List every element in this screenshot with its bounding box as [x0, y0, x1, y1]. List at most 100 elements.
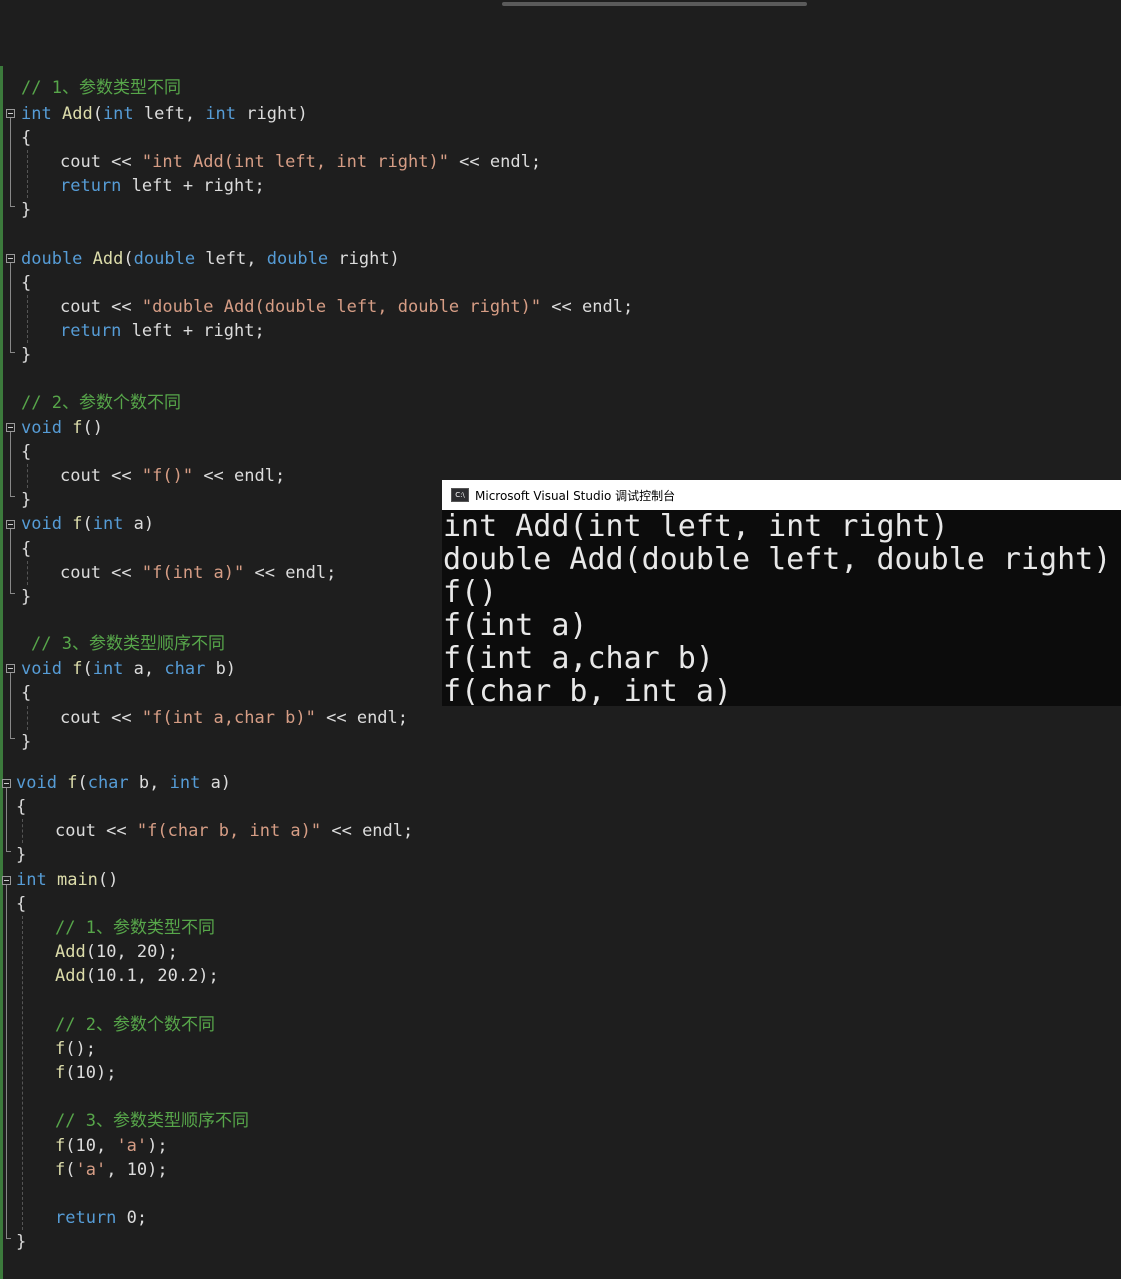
code-line[interactable]: cout << "f()" << endl;	[60, 464, 285, 488]
fold-outline-end	[10, 352, 15, 353]
collapse-icon[interactable]	[6, 520, 15, 529]
code-line[interactable]: Add(10.1, 20.2);	[55, 964, 219, 988]
code-line[interactable]: {	[21, 271, 31, 295]
code-token: {	[21, 539, 32, 559]
code-line[interactable]: }	[21, 488, 31, 512]
horizontal-scrollbar[interactable]	[502, 2, 807, 6]
code-line[interactable]: cout << "f(int a)" << endl;	[60, 561, 336, 585]
code-line[interactable]: f();	[55, 1037, 96, 1061]
code-line[interactable]: }	[16, 843, 26, 867]
collapse-icon[interactable]	[2, 876, 11, 885]
code-line[interactable]: // 2、参数个数不同	[21, 391, 181, 415]
code-line[interactable]: }	[21, 198, 31, 222]
code-token: // 2、参数个数不同	[21, 393, 181, 413]
console-output-line: f()	[443, 575, 498, 610]
code-line[interactable]: int Add(int left, int right)	[21, 102, 308, 126]
code-token: // 1、参数类型不同	[55, 918, 215, 938]
code-line[interactable]: cout << "f(char b, int a)" << endl;	[55, 819, 413, 843]
console-output-line: int Add(int left, int right)	[443, 509, 949, 544]
code-token: {	[16, 797, 27, 817]
code-token: "f(char b, int a)"	[136, 821, 322, 841]
code-line[interactable]: {	[21, 681, 31, 705]
code-line[interactable]: {	[16, 892, 26, 916]
code-line[interactable]: void f(int a)	[21, 512, 154, 536]
code-token: int	[21, 104, 52, 124]
console-output-line: f(int a,char b)	[443, 641, 714, 676]
code-token: left + right;	[121, 176, 265, 196]
collapse-icon[interactable]	[6, 254, 15, 263]
code-line[interactable]: }	[16, 1230, 26, 1254]
code-token: }	[21, 345, 32, 365]
code-line[interactable]: }	[21, 343, 31, 367]
code-line[interactable]: void f(int a, char b)	[21, 657, 236, 681]
code-token: cout <<	[60, 563, 142, 583]
code-token: return	[60, 321, 122, 341]
debug-console-window[interactable]: C:\ Microsoft Visual Studio 调试控制台 int Ad…	[442, 480, 1121, 708]
code-line[interactable]: }	[21, 730, 31, 754]
code-token: void	[21, 418, 62, 438]
code-token: );	[147, 1136, 168, 1156]
code-token: {	[21, 442, 32, 462]
code-token: right)	[236, 104, 308, 124]
code-line[interactable]: cout << "int Add(int left, int right)" <…	[60, 150, 541, 174]
code-token: "double Add(double left, double right)"	[141, 297, 542, 317]
code-token: (	[82, 514, 93, 534]
console-output-line: f(int a)	[443, 608, 588, 643]
code-line[interactable]: // 2、参数个数不同	[55, 1013, 215, 1037]
code-token: << endl;	[193, 466, 286, 486]
code-line[interactable]: return left + right;	[60, 319, 265, 343]
code-token: f	[55, 1160, 66, 1180]
code-line[interactable]: }	[21, 585, 31, 609]
code-line[interactable]: f('a', 10);	[55, 1158, 168, 1182]
fold-outline-end	[6, 851, 11, 852]
code-line[interactable]: {	[21, 440, 31, 464]
code-token: return	[60, 176, 122, 196]
collapse-icon[interactable]	[6, 423, 15, 432]
code-line[interactable]: {	[21, 126, 31, 150]
indent-guide	[22, 819, 23, 843]
code-line[interactable]: cout << "double Add(double left, double …	[60, 295, 633, 319]
fold-outline	[6, 885, 7, 1238]
fold-outline-end	[6, 1238, 11, 1239]
code-token: cout <<	[60, 466, 142, 486]
code-line[interactable]: f(10, 'a');	[55, 1134, 168, 1158]
code-line[interactable]: // 3、参数类型顺序不同	[55, 1109, 249, 1133]
indent-guide	[22, 916, 23, 1230]
code-line[interactable]: void f(char b, int a)	[16, 771, 231, 795]
code-token: left,	[195, 249, 267, 269]
collapse-icon[interactable]	[6, 664, 15, 673]
code-line[interactable]: int main()	[16, 868, 118, 892]
code-line[interactable]: f(10);	[55, 1061, 116, 1085]
code-token: char	[164, 659, 206, 679]
code-line[interactable]: // 1、参数类型不同	[21, 76, 181, 100]
collapse-icon[interactable]	[2, 779, 11, 788]
code-line[interactable]: {	[16, 795, 26, 819]
fold-outline	[10, 432, 11, 496]
code-token: (10);	[65, 1063, 117, 1083]
code-token: f	[55, 1136, 66, 1156]
code-token: int	[102, 104, 134, 124]
fold-outline	[10, 529, 11, 593]
console-titlebar[interactable]: C:\ Microsoft Visual Studio 调试控制台	[442, 480, 1121, 510]
fold-outline-end	[10, 206, 15, 207]
code-token: << endl;	[321, 821, 414, 841]
code-line[interactable]: // 1、参数类型不同	[55, 916, 215, 940]
code-token: f	[55, 1039, 66, 1059]
code-token: (10.1, 20.2);	[85, 966, 219, 986]
code-line[interactable]: return 0;	[55, 1206, 147, 1230]
collapse-icon[interactable]	[6, 109, 15, 118]
code-line[interactable]: void f()	[21, 416, 103, 440]
code-line[interactable]: return left + right;	[60, 174, 265, 198]
code-line[interactable]: double Add(double left, double right)	[21, 247, 400, 271]
code-line[interactable]: Add(10, 20);	[55, 940, 178, 964]
console-output: int Add(int left, int right) double Add(…	[442, 510, 1121, 708]
code-token: , 10);	[106, 1160, 168, 1180]
code-line[interactable]: {	[21, 537, 31, 561]
code-token: (10,	[65, 1136, 117, 1156]
code-token: b,	[128, 773, 170, 793]
code-line[interactable]: // 3、参数类型顺序不同	[31, 632, 225, 656]
code-line[interactable]: cout << "f(int a,char b)" << endl;	[60, 706, 408, 730]
